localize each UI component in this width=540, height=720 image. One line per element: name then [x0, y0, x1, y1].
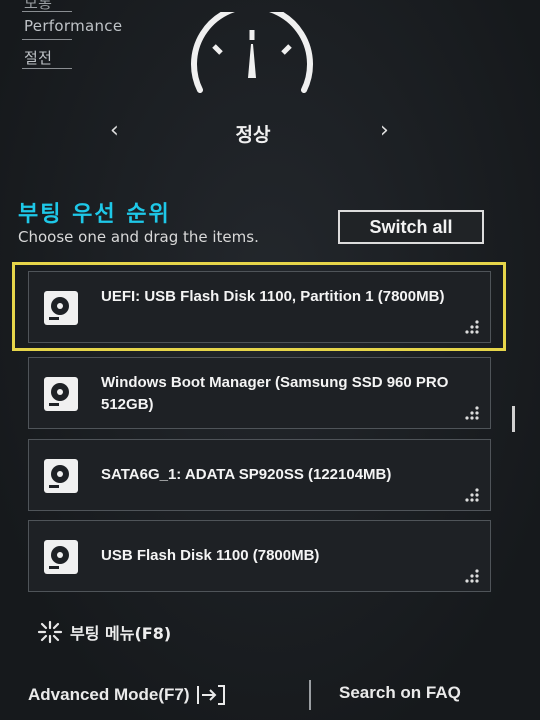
divider [22, 11, 72, 12]
boot-item-label: USB Flash Disk 1100 (7800MB) [101, 547, 320, 564]
advanced-mode-button[interactable]: Advanced Mode(F7) [28, 684, 226, 706]
divider [309, 680, 311, 710]
boot-item-label: Windows Boot Manager (Samsung SSD 960 PR… [101, 374, 449, 413]
advanced-mode-label: Advanced Mode(F7) [28, 685, 190, 704]
switch-all-button[interactable]: Switch all [338, 210, 484, 244]
divider [22, 39, 72, 40]
boot-menu-label: 부팅 메뉴(F8) [70, 624, 172, 643]
speedometer-icon [191, 12, 313, 93]
boot-item[interactable]: Windows Boot Manager (Samsung SSD 960 PR… [28, 357, 491, 429]
next-profile-button[interactable]: › [380, 118, 389, 143]
disk-icon [44, 459, 78, 493]
drag-handle-icon[interactable] [462, 406, 480, 420]
drag-handle-icon[interactable] [462, 569, 480, 583]
boot-item[interactable]: UEFI: USB Flash Disk 1100, Partition 1 (… [28, 271, 491, 343]
divider [22, 68, 72, 69]
mode-performance[interactable]: Performance [24, 17, 122, 35]
mode-power-saving[interactable]: 절전 [24, 47, 52, 68]
drag-handle-icon[interactable] [462, 488, 480, 502]
disk-icon [44, 377, 78, 411]
section-title: 부팅 우선 순위 [18, 202, 171, 227]
boot-item[interactable]: USB Flash Disk 1100 (7800MB) [28, 520, 491, 592]
disk-icon [44, 540, 78, 574]
boot-item-label: UEFI: USB Flash Disk 1100, Partition 1 (… [101, 288, 445, 305]
sparkle-icon [37, 620, 63, 644]
scrollbar[interactable] [512, 406, 515, 432]
search-faq-button[interactable]: Search on FAQ [339, 683, 461, 703]
boot-item[interactable]: SATA6G_1: ADATA SP920SS (122104MB) [28, 439, 491, 511]
exit-arrow-icon [196, 685, 225, 705]
drag-handle-icon[interactable] [462, 320, 480, 334]
section-subtitle: Choose one and drag the items. [18, 228, 259, 246]
prev-profile-button[interactable]: ‹ [110, 118, 119, 143]
boot-item-label: SATA6G_1: ADATA SP920SS (122104MB) [101, 466, 392, 483]
disk-icon [44, 291, 78, 325]
boot-menu-button[interactable]: 부팅 메뉴(F8) [36, 620, 171, 644]
profile-name: 정상 [235, 124, 271, 146]
